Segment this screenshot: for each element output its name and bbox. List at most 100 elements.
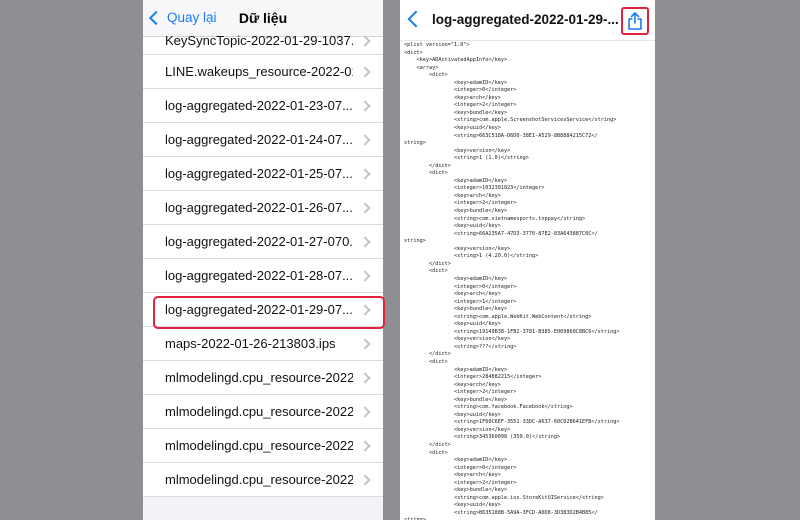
back-button[interactable]: Quay lại: [148, 10, 217, 25]
code-line: <key>ADActivatedAppInfo</key>: [404, 57, 508, 64]
code-line: <key>bundle</key>: [404, 109, 508, 116]
code-line: <string>1 (1.0)</string>: [404, 155, 529, 162]
file-name: log-aggregated-2022-01-25-07...: [165, 166, 353, 181]
file-list-item[interactable]: log-aggregated-2022-01-29-07...: [143, 293, 383, 327]
code-line: <plist version="1.0">: [404, 42, 470, 48]
code-line: <key>bundle</key>: [404, 208, 508, 215]
chevron-right-icon: [359, 235, 371, 248]
code-line: <dict>: [404, 358, 448, 365]
file-name: log-aggregated-2022-01-28-07...: [165, 268, 353, 283]
back-label: Quay lại: [167, 10, 217, 25]
file-list-item[interactable]: LINE.wakeups_resource-2022-01...: [143, 55, 383, 89]
chevron-right-icon: [359, 65, 371, 78]
code-line: <key>uuid</key>: [404, 502, 501, 509]
chevron-right-icon: [359, 201, 371, 214]
chevron-right-icon: [359, 35, 371, 47]
code-line: <integer>2</integer>: [404, 200, 517, 207]
code-line: </dict>: [404, 260, 451, 267]
file-name: log-aggregated-2022-01-26-07...: [165, 200, 353, 215]
file-viewer-screen: log-aggregated-2022-01-29-... <plist ver…: [400, 0, 655, 520]
code-line: <key>arch</key>: [404, 94, 501, 101]
chevron-right-icon: [359, 99, 371, 112]
file-list-screen: Quay lại Dữ liệu KeySyncTopic-2022-01-29…: [143, 0, 383, 520]
file-name: mlmodelingd.cpu_resource-2022...: [165, 370, 353, 385]
code-line: <dict>: [404, 268, 448, 275]
code-line: <key>uuid</key>: [404, 411, 501, 418]
chevron-right-icon: [359, 439, 371, 452]
code-line: <string>com.apple.ScreenshotServicesServ…: [404, 117, 617, 124]
file-list-item[interactable]: mlmodelingd.cpu_resource-2022...: [143, 361, 383, 395]
file-name: mlmodelingd.cpu_resource-2022...: [165, 472, 353, 487]
code-line: <string>com.vietnamesports.toppay</strin…: [404, 215, 586, 222]
code-line: <string>345360098 (350.0)</string>: [404, 434, 561, 441]
file-list-item[interactable]: log-aggregated-2022-01-26-07...: [143, 191, 383, 225]
code-line: <key>bundle</key>: [404, 487, 508, 494]
chevron-right-icon: [359, 303, 371, 316]
code-line: string>: [404, 238, 426, 245]
code-line: <key>arch</key>: [404, 381, 501, 388]
code-line: <string>19149B38-1FB2-3781-B385-E009860C…: [404, 328, 620, 335]
file-name: LINE.wakeups_resource-2022-01...: [165, 64, 353, 79]
file-list-item[interactable]: mlmodelingd.cpu_resource-2022...: [143, 429, 383, 463]
code-line: <string>com.apple.ios.StoreKitUIService<…: [404, 494, 604, 501]
chevron-right-icon: [359, 133, 371, 146]
code-line: <key>version</key>: [404, 426, 511, 433]
file-name: mlmodelingd.cpu_resource-2022...: [165, 438, 353, 453]
code-line: <string>1 (4.20.0)</string>: [404, 253, 539, 260]
code-line: <key>adamID</key>: [404, 177, 508, 184]
code-line: <integer>0</integer>: [404, 87, 517, 94]
code-line: <key>arch</key>: [404, 472, 501, 479]
viewer-title: log-aggregated-2022-01-29-...: [432, 12, 619, 27]
file-list: KeySyncTopic-2022-01-29-1037... LINE.wake…: [143, 33, 383, 497]
back-chevron-icon[interactable]: [407, 10, 425, 28]
code-line: <integer>0</integer>: [404, 283, 517, 290]
code-line: <key>adamID</key>: [404, 366, 508, 373]
code-line: <string>66A235A7-47D3-3770-87E2-83A64388…: [404, 230, 598, 237]
code-line: <integer>1</integer>: [404, 298, 517, 305]
code-line: </dict>: [404, 441, 451, 448]
file-name: log-aggregated-2022-01-29-07...: [165, 302, 353, 317]
code-line: <integer>0</integer>: [404, 464, 517, 471]
file-list-item[interactable]: KeySyncTopic-2022-01-29-1037...: [143, 33, 383, 55]
code-line: <dict>: [404, 170, 448, 177]
file-list-item[interactable]: mlmodelingd.cpu_resource-2022...: [143, 395, 383, 429]
code-line: <key>uuid</key>: [404, 321, 501, 328]
chevron-right-icon: [359, 473, 371, 486]
file-list-item[interactable]: mlmodelingd.cpu_resource-2022...: [143, 463, 383, 497]
code-line: <key>adamID</key>: [404, 275, 508, 282]
file-list-item[interactable]: log-aggregated-2022-01-24-07...: [143, 123, 383, 157]
file-name: maps-2022-01-26-213803.ips: [165, 336, 336, 351]
file-list-item[interactable]: log-aggregated-2022-01-27-070...: [143, 225, 383, 259]
chevron-left-icon: [148, 10, 164, 25]
file-name: log-aggregated-2022-01-24-07...: [165, 132, 353, 147]
file-list-item[interactable]: log-aggregated-2022-01-25-07...: [143, 157, 383, 191]
share-button[interactable]: [621, 7, 649, 35]
file-name: mlmodelingd.cpu_resource-2022...: [165, 404, 353, 419]
code-line: <key>uuid</key>: [404, 125, 501, 132]
code-line: <key>bundle</key>: [404, 396, 508, 403]
code-line: <dict>: [404, 72, 448, 79]
code-line: <string>???</string>: [404, 343, 517, 350]
file-name: log-aggregated-2022-01-27-070...: [165, 234, 353, 249]
code-line: <integer>2</integer>: [404, 389, 517, 396]
code-line: <integer>2</integer>: [404, 102, 517, 109]
chevron-right-icon: [359, 371, 371, 384]
chevron-right-icon: [359, 337, 371, 350]
chevron-right-icon: [359, 269, 371, 282]
code-line: <integer>1032301823</integer>: [404, 185, 545, 192]
code-line: <string>1F60C6EF-3551-33DC-A637-60C02B64…: [404, 419, 620, 426]
code-line: <integer>2</integer>: [404, 479, 517, 486]
code-line: <string>com.apple.WebKit.WebContent</str…: [404, 313, 592, 320]
viewer-nav-bar: log-aggregated-2022-01-29-...: [400, 0, 655, 41]
code-line: <dict>: [404, 449, 448, 456]
file-list-item[interactable]: maps-2022-01-26-213803.ips: [143, 327, 383, 361]
code-line: <key>adamID</key>: [404, 457, 508, 464]
file-list-item[interactable]: log-aggregated-2022-01-28-07...: [143, 259, 383, 293]
code-line: <string>B635188B-5A9A-3FCD-A0D8-3D383D2B…: [404, 509, 598, 516]
plist-content: <plist version="1.0"> <dict> <key>ADActiv…: [400, 41, 655, 520]
file-list-item[interactable]: log-aggregated-2022-01-23-07...: [143, 89, 383, 123]
code-line: <integer>284882215</integer>: [404, 374, 542, 381]
chevron-right-icon: [359, 167, 371, 180]
code-line: <string>com.facebook.Facebook</string>: [404, 404, 573, 411]
chevron-right-icon: [359, 405, 371, 418]
